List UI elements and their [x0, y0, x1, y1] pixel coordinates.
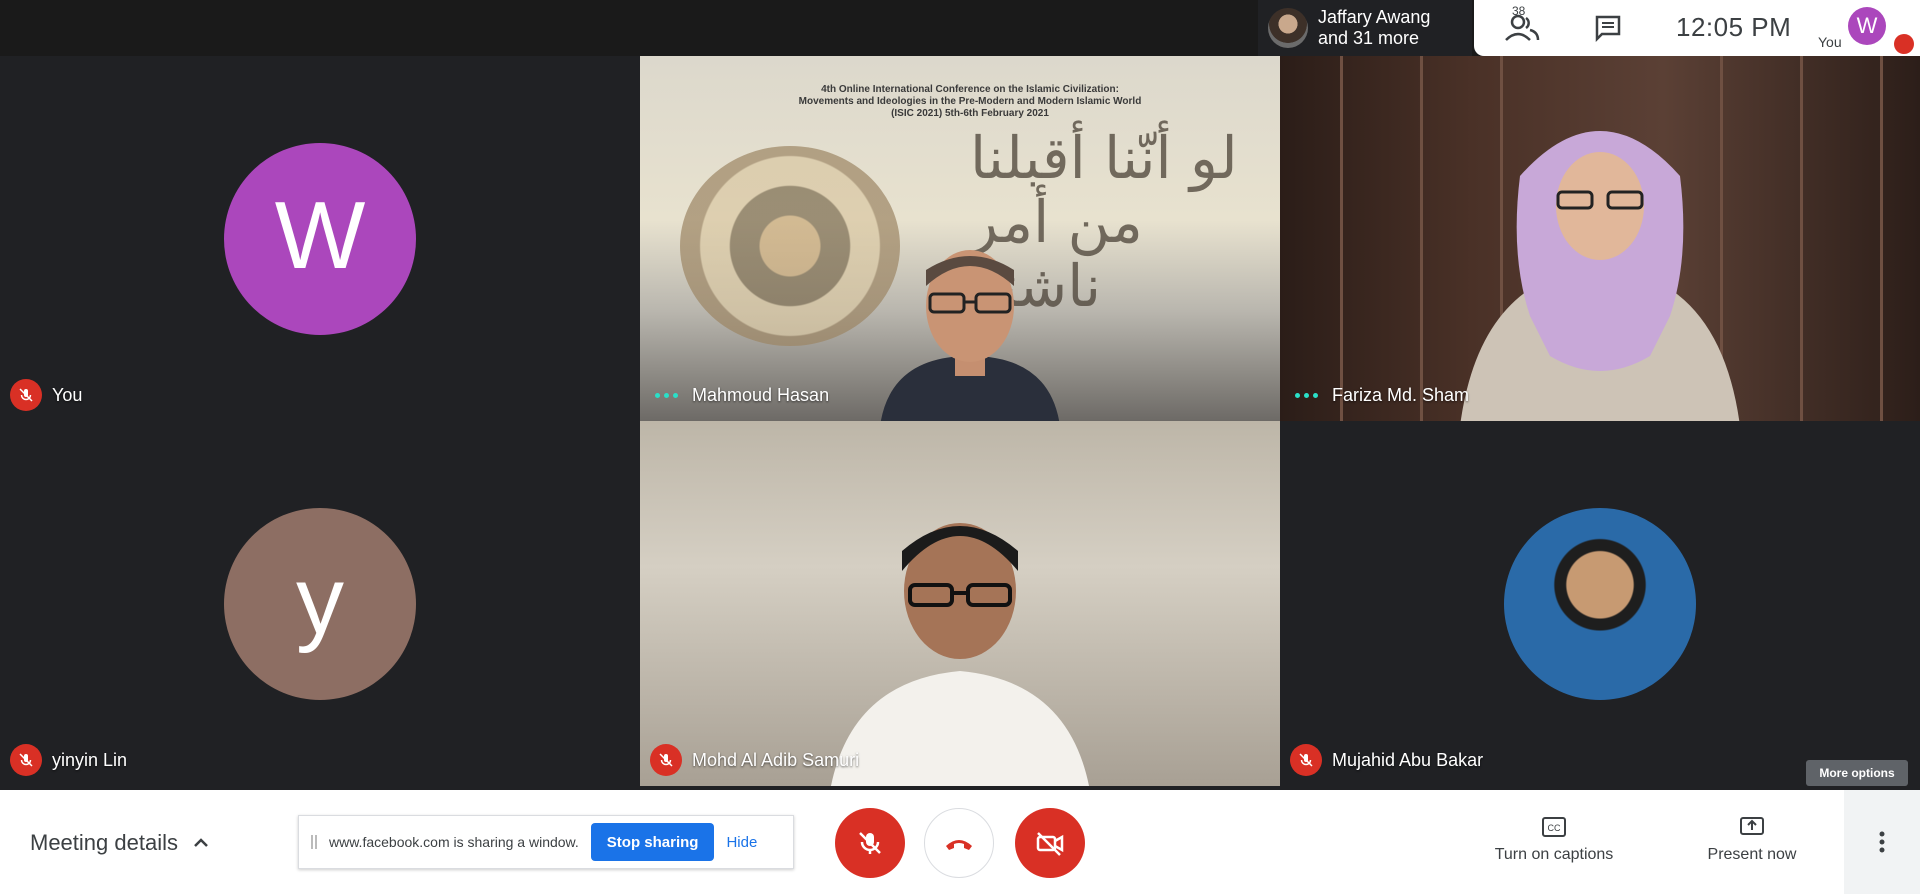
meeting-details-button[interactable]: Meeting details [30, 830, 210, 856]
closed-captions-icon: CC [1542, 817, 1566, 837]
participant-tile[interactable]: 4th Online International Conference on t… [640, 56, 1280, 421]
avatar [1504, 508, 1696, 700]
self-mic-off-icon [1894, 34, 1914, 54]
speaking-indicator-icon [650, 379, 682, 411]
participant-name: Mahmoud Hasan [692, 384, 830, 405]
camera-off-icon [1036, 832, 1064, 856]
presenter-more: and 31 more [1318, 28, 1420, 48]
hang-up-icon [946, 840, 972, 850]
self-label: You [1818, 34, 1842, 50]
more-vert-icon [1879, 831, 1885, 853]
captions-label: Turn on captions [1494, 846, 1614, 863]
people-count: 38 [1512, 4, 1526, 18]
bottom-bar: Meeting details www.facebook.com is shar… [0, 790, 1920, 894]
participant-name: Mujahid Abu Bakar [1332, 749, 1484, 770]
sharing-text: www.facebook.com is sharing a window. [329, 834, 579, 850]
participant-video: 4th Online International Conference on t… [640, 56, 1280, 421]
camera-toggle-button[interactable] [1015, 808, 1085, 878]
top-panel: 38 12:05 PM W You [1474, 0, 1920, 56]
svg-text:CC: CC [1548, 823, 1561, 833]
participant-tile[interactable]: W You [0, 56, 640, 421]
slide-title: 4th Online International Conference on t… [798, 84, 1142, 119]
mic-off-icon [10, 379, 42, 411]
mic-off-icon [1290, 744, 1322, 776]
mic-off-icon [859, 832, 881, 854]
chat-icon[interactable] [1594, 14, 1622, 42]
microphone-toggle-button[interactable] [835, 808, 905, 878]
participant-tile[interactable]: Mohd Al Adib Samuri [640, 421, 1280, 786]
participant-video [1280, 56, 1920, 421]
participant-tile[interactable]: Fariza Md. Sham [1280, 56, 1920, 421]
participant-name: You [52, 384, 83, 405]
drag-handle-icon[interactable] [311, 835, 317, 849]
clock: 12:05 PM [1676, 12, 1792, 42]
hide-button[interactable]: Hide [726, 834, 757, 851]
captions-button[interactable]: CC Turn on captions [1488, 816, 1620, 864]
avatar: W [224, 143, 416, 335]
avatar: y [224, 508, 416, 700]
person-figure [880, 250, 1060, 421]
more-options-button[interactable] [1844, 790, 1920, 894]
present-now-button[interactable]: Present now [1700, 816, 1804, 864]
sharing-indicator: www.facebook.com is sharing a window. St… [298, 815, 794, 869]
meeting-details-label: Meeting details [30, 830, 178, 855]
chevron-up-icon [194, 838, 208, 847]
stop-sharing-button[interactable]: Stop sharing [590, 823, 715, 861]
present-label: Present now [1707, 846, 1797, 863]
participant-video [640, 421, 1280, 786]
more-options-tooltip: More options [1806, 760, 1908, 786]
self-avatar[interactable]: W [1848, 7, 1886, 45]
participant-name: yinyin Lin [52, 749, 128, 770]
present-screen-icon [1740, 817, 1764, 835]
mic-off-icon [10, 744, 42, 776]
participant-tile[interactable]: y yinyin Lin [0, 421, 640, 786]
person-figure [1460, 131, 1740, 421]
speaking-indicator-icon [1290, 379, 1322, 411]
participant-name: Mohd Al Adib Samuri [692, 749, 860, 770]
person-figure [831, 523, 1089, 786]
presenter-name: Jaffary Awang [1318, 7, 1431, 27]
slide-ornament [680, 146, 900, 346]
leave-call-button[interactable] [924, 808, 994, 878]
presenter-avatar [1268, 8, 1308, 48]
participant-tile[interactable]: Mujahid Abu Bakar [1280, 421, 1920, 786]
participant-name: Fariza Md. Sham [1332, 384, 1470, 405]
mic-off-icon [650, 744, 682, 776]
presenter-indicator[interactable]: Jaffary Awang and 31 more [1258, 0, 1472, 56]
